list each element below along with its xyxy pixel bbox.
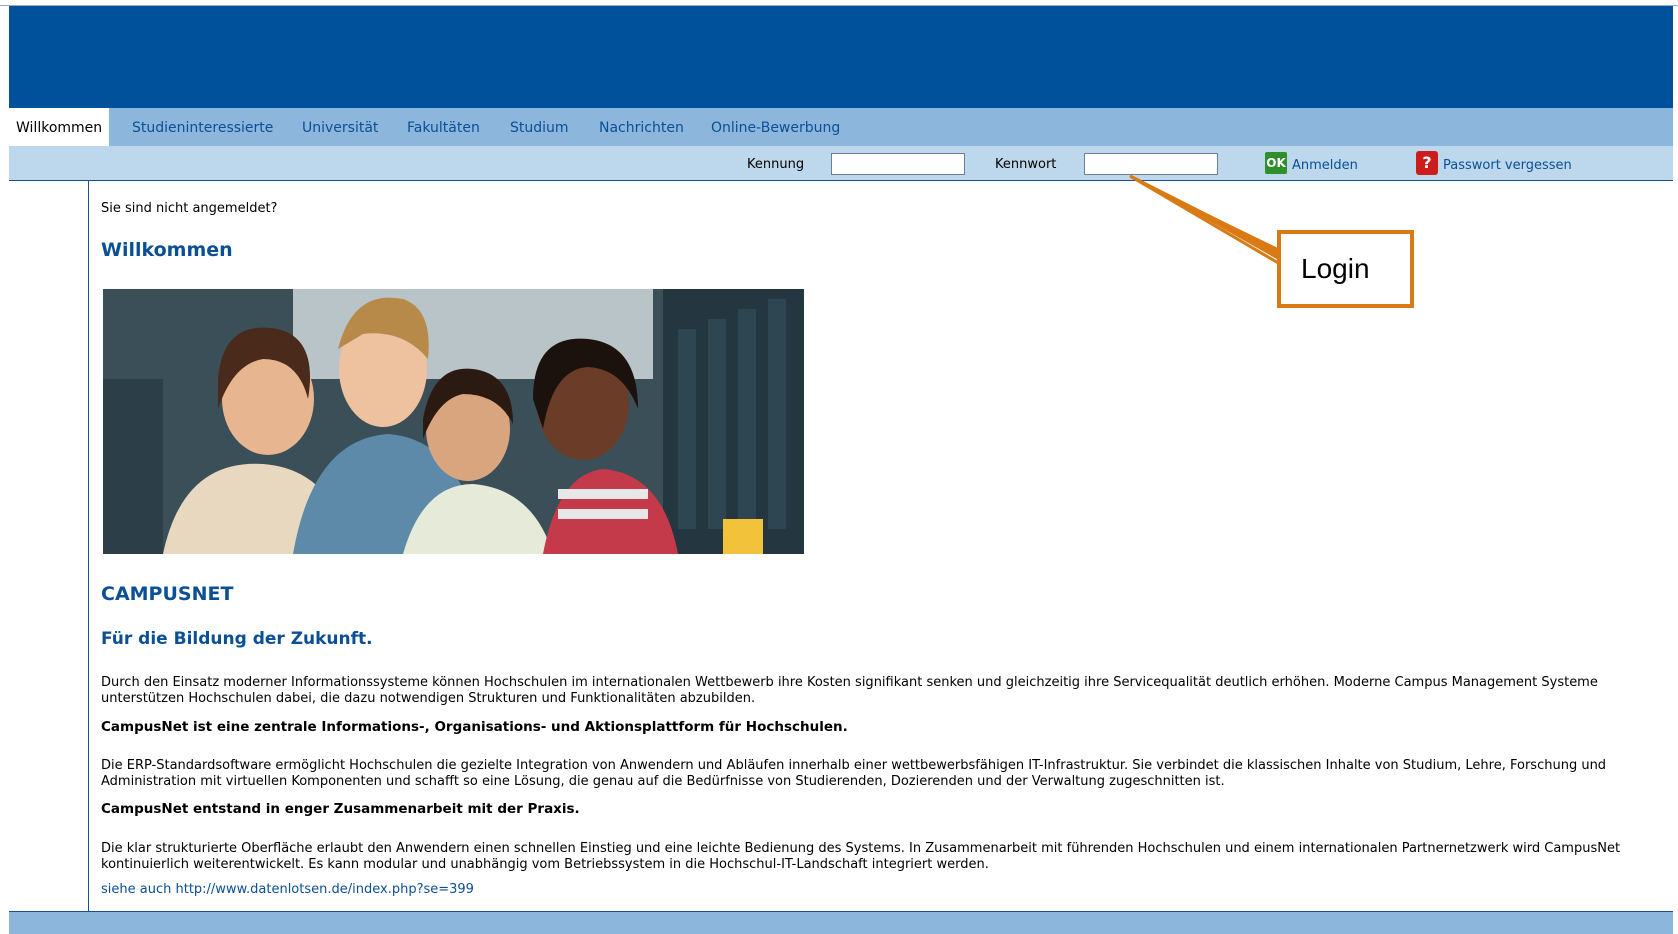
login-callout-label: Login <box>1277 230 1414 308</box>
password-label: Kennwort <box>995 157 1057 172</box>
tab-online-bewerbung[interactable]: Online-Bewerbung <box>711 108 840 146</box>
students-photo <box>103 289 804 554</box>
tab-studieninteressierte[interactable]: Studieninteressierte <box>132 108 273 146</box>
help-icon[interactable]: ? <box>1416 151 1438 175</box>
tab-studium[interactable]: Studium <box>510 108 569 146</box>
footer-bar <box>9 911 1673 934</box>
forgot-password-link[interactable]: Passwort vergessen <box>1443 158 1572 173</box>
left-divider <box>88 181 89 911</box>
ok-icon[interactable]: OK <box>1265 152 1287 174</box>
tab-fakultaeten[interactable]: Fakultäten <box>407 108 480 146</box>
practice-statement: CampusNet entstand in enger Zusammenarbe… <box>101 801 580 817</box>
see-also-link[interactable]: siehe auch http://www.datenlotsen.de/ind… <box>101 882 474 897</box>
login-submit-link[interactable]: Anmelden <box>1292 158 1358 173</box>
tagline: Für die Bildung der Zukunft. <box>101 629 373 649</box>
brand-title: CAMPUSNET <box>101 583 234 605</box>
tab-willkommen[interactable]: Willkommen <box>9 108 110 147</box>
password-input[interactable] <box>1084 153 1218 175</box>
username-label: Kennung <box>747 157 805 172</box>
intro-paragraph: Durch den Einsatz moderner Informationss… <box>101 675 1598 706</box>
students-illustration <box>103 289 804 554</box>
platform-statement: CampusNet ist eine zentrale Informations… <box>101 719 848 735</box>
tab-nachrichten[interactable]: Nachrichten <box>599 108 684 146</box>
main-nav: Willkommen Studieninteressierte Universi… <box>9 108 1673 147</box>
login-bar: Kennung Kennwort OK Anmelden ? Passwort … <box>9 146 1673 181</box>
login-status: Sie sind nicht angemeldet? <box>101 201 278 216</box>
page-title: Willkommen <box>101 239 233 261</box>
username-input[interactable] <box>831 153 965 175</box>
interface-paragraph: Die klar strukturierte Oberfläche erlaub… <box>101 841 1621 872</box>
erp-paragraph: Die ERP-Standardsoftware ermöglicht Hoch… <box>101 758 1607 789</box>
header-banner <box>9 6 1673 108</box>
tab-universitaet[interactable]: Universität <box>302 108 378 146</box>
